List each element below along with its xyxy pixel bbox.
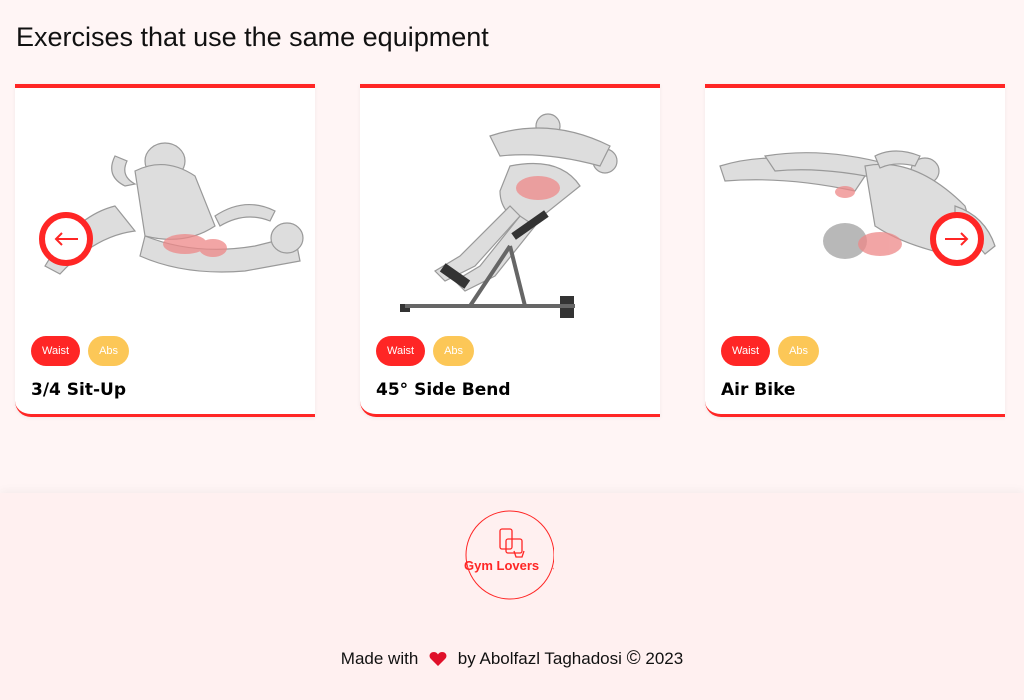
author-text: by Abolfazl Taghadosi: [457, 649, 622, 668]
next-button[interactable]: [930, 212, 984, 266]
arrow-right-icon: [945, 232, 969, 246]
tag-body-part[interactable]: Waist: [376, 336, 426, 366]
tag-target[interactable]: Abs: [778, 336, 820, 366]
exercise-carousel: Waist Abs 3/4 Sit-Up Waist Abs 45° Side …: [0, 84, 1024, 424]
logo-icon: Gym Lovers +: [464, 510, 555, 600]
prev-button[interactable]: [39, 212, 93, 266]
exercise-card-side-bend[interactable]: Waist Abs 45° Side Bend: [360, 84, 660, 417]
year-text: 2023: [645, 649, 684, 668]
section-title: Exercises that use the same equipment: [16, 22, 489, 52]
exercise-name: 3/4 Sit-Up: [31, 380, 127, 400]
copyright-icon: ©: [626, 648, 641, 669]
tag-body-part[interactable]: Waist: [721, 336, 771, 366]
gym-lovers-logo[interactable]: Gym Lovers +: [464, 507, 555, 603]
made-with-text: Made with: [340, 649, 419, 668]
footer: Gym Lovers + Made with by Abolfazl Tagha…: [0, 493, 1024, 700]
exercise-name: 45° Side Bend: [376, 380, 511, 400]
svg-text:+: +: [552, 566, 554, 571]
tag-target[interactable]: Abs: [88, 336, 130, 366]
credit-line: Made with by Abolfazl Taghadosi © 2023: [0, 648, 1024, 670]
heart-icon: [429, 652, 447, 666]
arrow-left-icon: [54, 232, 78, 246]
tag-body-part[interactable]: Waist: [31, 336, 81, 366]
tag-target[interactable]: Abs: [433, 336, 475, 366]
logo-text: Gym Lovers: [464, 558, 539, 573]
exercise-image: [400, 113, 618, 318]
exercise-name: Air Bike: [721, 380, 796, 400]
